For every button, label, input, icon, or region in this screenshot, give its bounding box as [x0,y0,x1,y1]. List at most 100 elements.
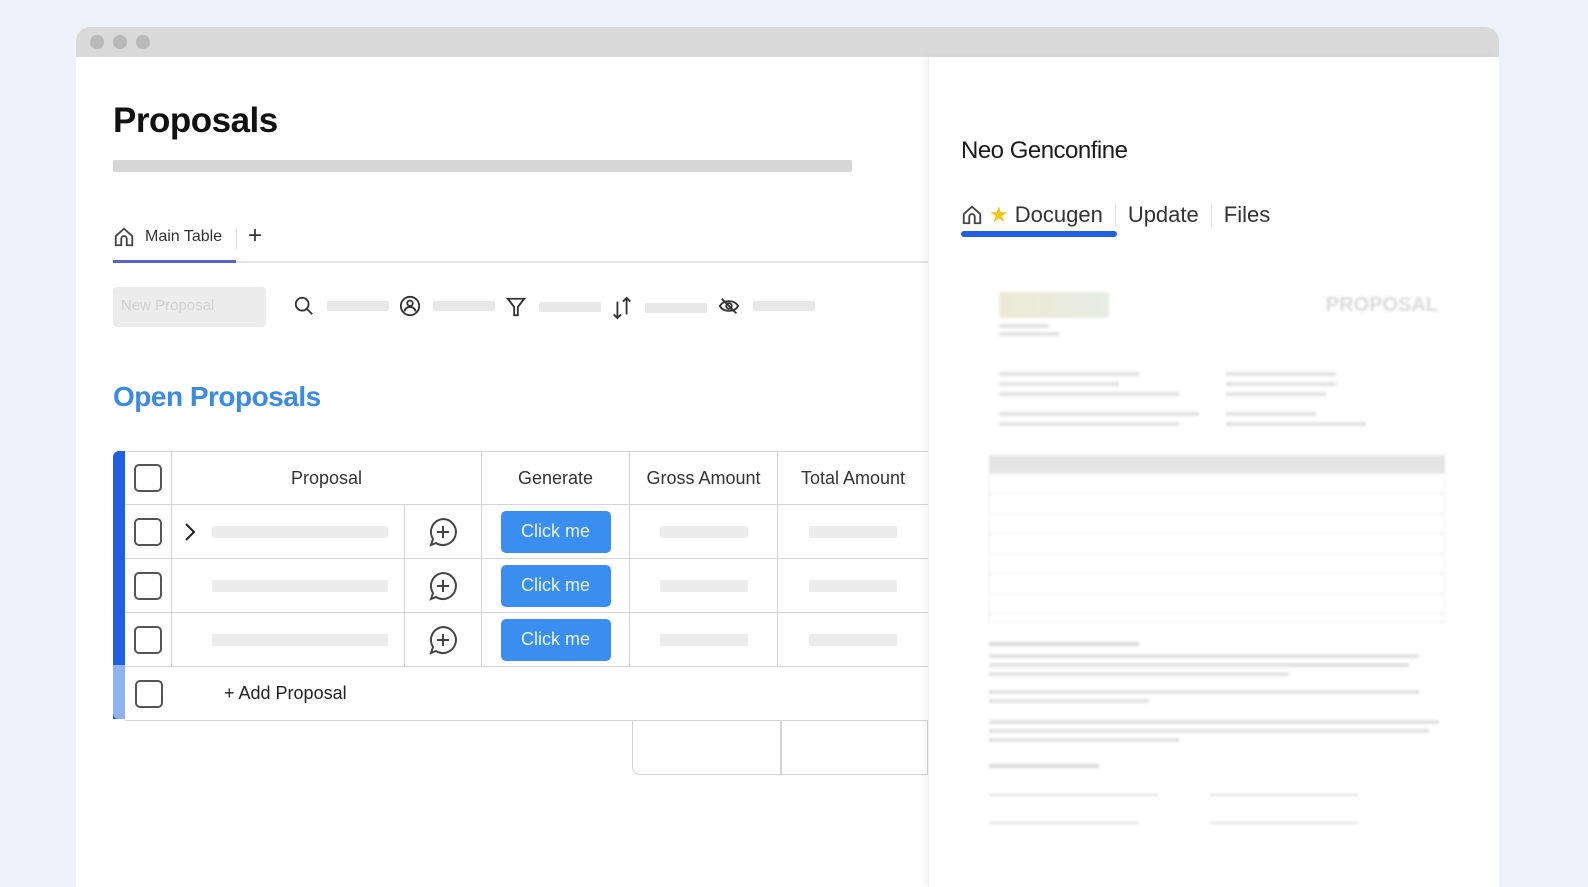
select-all-checkbox[interactable] [134,464,162,492]
proposal-name-cell[interactable] [172,505,405,558]
generate-cell: Click me [482,505,630,558]
new-proposal-button[interactable]: New Proposal [113,287,266,327]
item-title[interactable]: Neo Genconfine [961,137,1128,165]
home-icon [114,227,134,246]
search-label-placeholder [327,301,389,311]
add-row: + Add Proposal [125,667,928,721]
person-icon [399,295,421,317]
row-checkbox[interactable] [134,625,162,654]
proposal-name-placeholder [212,633,388,646]
hide-tool[interactable] [717,295,815,317]
filter-icon [505,297,527,317]
close-window-button[interactable] [90,35,104,49]
board-panel: Proposals Main Table + New Proposal Open… [76,57,928,887]
active-tab-indicator [961,231,1117,237]
title-bar [76,27,1499,57]
text-line [999,412,1199,416]
person-tool[interactable] [399,295,495,317]
signature-line [1209,822,1359,824]
column-header-gross-amount[interactable]: Gross Amount [630,452,778,504]
row-checkbox[interactable] [134,517,162,546]
item-tabs: ★ Docugen Update Files [961,195,1282,235]
line-items-table [989,455,1445,473]
total-amount-cell[interactable] [778,505,928,558]
view-tabs: Main Table + [113,219,928,263]
gross-amount-cell[interactable] [630,505,778,558]
text-line [1226,412,1316,416]
add-update-icon[interactable] [427,516,459,548]
tab-label: Main Table [145,227,223,245]
tab-docugen[interactable]: ★ Docugen [961,202,1115,228]
add-view-button[interactable]: + [248,222,262,250]
total-amount-cell[interactable] [778,613,928,666]
add-update-icon[interactable] [427,570,459,602]
column-header-total-amount[interactable]: Total Amount [778,452,928,504]
total-amount-placeholder [809,525,897,538]
tab-divider [236,229,237,249]
updates-cell[interactable] [405,505,482,558]
table-row: Click me [125,505,928,559]
text-line [1226,392,1326,396]
maximize-window-button[interactable] [136,35,150,49]
generate-cell: Click me [482,559,630,612]
generate-button[interactable]: Click me [500,618,611,661]
proposal-name-cell[interactable] [172,559,405,612]
add-proposal-button[interactable]: + Add Proposal [172,667,472,720]
text-line [999,372,1139,376]
row-checkbox[interactable] [134,571,162,600]
group-title[interactable]: Open Proposals [113,381,321,413]
search-tool[interactable] [293,295,389,317]
tab-divider [1114,203,1116,227]
description-placeholder [113,160,852,172]
hide-label-placeholder [753,301,815,311]
add-row-checkbox[interactable] [134,679,163,708]
tab-files[interactable]: Files [1224,202,1282,228]
text-line [999,332,1059,336]
table-header: Proposal Generate Gross Amount Total Amo… [125,451,928,505]
text-line [989,690,1419,694]
column-summary-footer [632,721,928,775]
column-header-proposal[interactable]: Proposal [172,452,482,504]
tab-main-table[interactable]: Main Table [113,219,236,263]
updates-cell[interactable] [405,559,482,612]
item-detail-panel: Neo Genconfine ★ Docugen Update Files PR… [928,57,1499,887]
total-amount-placeholder [809,579,897,592]
generate-button[interactable]: Click me [500,510,611,553]
row-select-cell [125,505,172,558]
signature-line [989,822,1139,824]
hide-icon [718,298,740,314]
text-line [1226,422,1366,426]
tab-divider [1210,203,1212,227]
proposal-name-placeholder [212,525,388,538]
signature-heading [989,764,1099,768]
text-line [989,720,1439,724]
filter-tool[interactable] [505,295,601,319]
updates-cell[interactable] [405,613,482,666]
gross-amount-cell[interactable] [630,559,778,612]
chevron-right-icon[interactable] [184,522,196,542]
search-icon [294,296,313,315]
proposal-name-cell[interactable] [172,613,405,666]
gross-amount-cell[interactable] [630,613,778,666]
gross-amount-placeholder [659,579,748,592]
text-line [989,663,1409,667]
text-line [989,738,1179,742]
table-row: Click me [125,613,928,667]
text-line [989,729,1429,733]
document-preview[interactable]: PROPOSAL [961,262,1476,852]
generate-button[interactable]: Click me [500,564,611,607]
generate-cell: Click me [482,613,630,666]
column-header-generate[interactable]: Generate [482,452,630,504]
proposal-name-placeholder [212,579,388,592]
total-amount-cell[interactable] [778,559,928,612]
document-heading: PROPOSAL [1325,294,1438,316]
gross-amount-placeholder [659,525,748,538]
add-row-select-cell [125,667,172,720]
company-logo [999,292,1109,318]
tab-update[interactable]: Update [1128,202,1211,228]
star-icon: ★ [989,202,1009,227]
summary-divider [780,721,782,774]
sort-tool[interactable] [611,295,707,321]
minimize-window-button[interactable] [113,35,127,49]
add-update-icon[interactable] [427,624,459,656]
